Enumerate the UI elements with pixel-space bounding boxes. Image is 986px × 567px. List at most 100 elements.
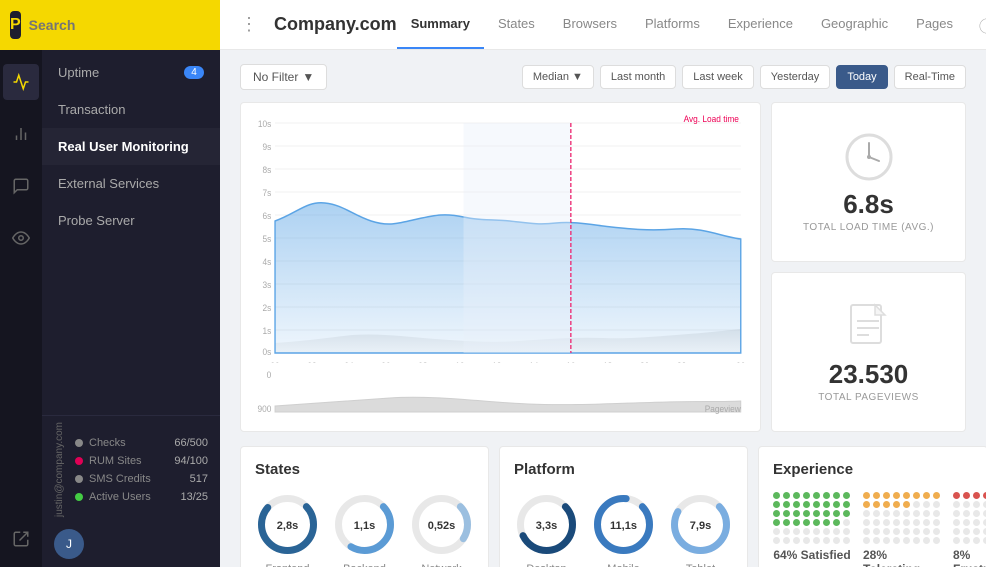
tab-pages[interactable]: Pages (902, 0, 967, 49)
time-buttons: Median ▼ Last month Last week Yesterday … (522, 65, 966, 89)
svg-text:3s: 3s (263, 280, 272, 290)
pageviews-label: TOTAL PAGEVIEWS (818, 392, 918, 403)
tab-experience[interactable]: Experience (714, 0, 807, 49)
svg-text:20: 20 (640, 361, 649, 363)
svg-text:00: 00 (270, 361, 279, 363)
sidebar-header: P ⚲ (0, 0, 220, 50)
tab-states[interactable]: States (484, 0, 549, 49)
nav-icon-eye[interactable] (3, 220, 39, 256)
svg-text:12: 12 (492, 361, 501, 363)
users-dot (75, 493, 83, 501)
svg-text:6s: 6s (263, 211, 272, 221)
donut-frontend: 2,8s Frontend (255, 492, 320, 567)
main-chart: 10s 9s 8s 7s 6s 5s 4s 3s 2s 1s 0s (240, 102, 761, 432)
filter-button[interactable]: No Filter ▼ (240, 64, 327, 90)
expand-icon[interactable]: ⋮ (240, 14, 258, 35)
nav-icon-export[interactable] (3, 521, 39, 557)
info-icon[interactable]: ⓘ (979, 13, 986, 37)
svg-text:14: 14 (529, 361, 538, 363)
nav-item-uptime[interactable]: Uptime 4 (42, 54, 220, 91)
user-row: J (54, 521, 208, 563)
user-email: justin@company.com (54, 422, 65, 517)
time-realtime[interactable]: Real-Time (894, 65, 966, 89)
median-button[interactable]: Median ▼ (522, 65, 594, 89)
search-input[interactable] (29, 17, 225, 33)
nav-item-rum[interactable]: Real User Monitoring (42, 128, 220, 165)
nav-icon-activity[interactable] (3, 64, 39, 100)
network-label: Network (421, 563, 461, 567)
experience-card: Experience 64% Satisfied ▼ 2380 28% Tole… (758, 446, 986, 567)
svg-text:0: 0 (267, 370, 272, 380)
uptime-badge: 4 (184, 66, 204, 79)
svg-text:1,1s: 1,1s (354, 520, 375, 532)
svg-text:11,1s: 11,1s (610, 520, 637, 532)
rum-dot (75, 457, 83, 465)
content-area: No Filter ▼ Median ▼ Last month Last wee… (220, 50, 986, 567)
svg-text:10: 10 (455, 361, 464, 363)
svg-text:0s: 0s (263, 347, 272, 357)
nav-icon-chart[interactable] (3, 116, 39, 152)
svg-text:22: 22 (677, 361, 686, 363)
donut-desktop: 3,3s Desktop ▼ 2309 (514, 492, 579, 567)
experience-title: Experience (773, 461, 973, 478)
time-last-week[interactable]: Last week (682, 65, 754, 89)
pageviews-card: 23.530 TOTAL PAGEVIEWS (771, 272, 966, 432)
pageviews-value: 23.530 (829, 359, 909, 390)
stat-rum-sites: RUM Sites 94/100 (75, 452, 208, 470)
load-time-card: 6.8s TOTAL LOAD TIME (AVG.) (771, 102, 966, 262)
topbar: ⋮ Company.com Summary States Browsers Pl… (220, 0, 986, 50)
svg-text:06: 06 (381, 361, 390, 363)
svg-text:18: 18 (603, 361, 612, 363)
nav-item-external[interactable]: External Services (42, 165, 220, 202)
svg-text:3,3s: 3,3s (536, 520, 557, 532)
chart-section: 10s 9s 8s 7s 6s 5s 4s 3s 2s 1s 0s (240, 102, 966, 432)
stat-checks: Checks 66/500 (75, 434, 208, 452)
exp-satisfied: 64% Satisfied ▼ 2380 (773, 492, 851, 567)
tab-nav: Summary States Browsers Platforms Experi… (397, 0, 967, 49)
mobile-label: Mobile (607, 563, 639, 567)
nav-item-probe[interactable]: Probe Server (42, 202, 220, 239)
svg-text:900: 900 (257, 404, 271, 414)
time-yesterday[interactable]: Yesterday (760, 65, 831, 89)
frontend-label: Frontend (265, 563, 309, 567)
nav-icon-message[interactable] (3, 168, 39, 204)
platform-title: Platform (514, 461, 733, 478)
donut-mobile: 11,1s Mobile ▼ 492 (591, 492, 656, 567)
states-card: States 2,8s Frontend (240, 446, 489, 567)
tab-geographic[interactable]: Geographic (807, 0, 902, 49)
document-icon (847, 301, 891, 353)
svg-text:2s: 2s (263, 303, 272, 313)
logo-icon: P (10, 11, 21, 39)
tab-platforms[interactable]: Platforms (631, 0, 714, 49)
time-last-month[interactable]: Last month (600, 65, 676, 89)
sidebar-footer: justin@company.com Checks 66/500 RUM Sit… (42, 415, 220, 567)
states-title: States (255, 461, 474, 478)
desktop-label: Desktop (526, 563, 566, 567)
time-today[interactable]: Today (836, 65, 887, 89)
sms-dot (75, 475, 83, 483)
svg-text:Avg. Load time: Avg. Load time (684, 114, 739, 124)
svg-text:2,8s: 2,8s (277, 520, 298, 532)
svg-text:7s: 7s (263, 188, 272, 198)
svg-text:0,52s: 0,52s (428, 520, 456, 532)
tab-browsers[interactable]: Browsers (549, 0, 631, 49)
chevron-icon: ▼ (302, 70, 314, 84)
tablet-label: Tablet (686, 563, 715, 567)
states-donuts: 2,8s Frontend 1,1s Backend (255, 492, 474, 567)
svg-text:00: 00 (736, 361, 745, 363)
platform-donuts: 3,3s Desktop ▼ 2309 11,1s Mobile ▼ 4 (514, 492, 733, 567)
filter-bar: No Filter ▼ Median ▼ Last month Last wee… (240, 64, 966, 90)
frustrated-percent: 8% Frustrated (953, 548, 986, 567)
nav-item-transaction[interactable]: Transaction (42, 91, 220, 128)
bottom-sections: States 2,8s Frontend (240, 446, 966, 567)
chart-svg: 10s 9s 8s 7s 6s 5s 4s 3s 2s 1s 0s (251, 113, 750, 363)
load-time-value: 6.8s (843, 189, 894, 220)
svg-text:1s: 1s (263, 326, 272, 336)
svg-text:02: 02 (307, 361, 316, 363)
experience-items: 64% Satisfied ▼ 2380 28% Tolerating ▼ 18… (773, 492, 973, 567)
load-time-label: TOTAL LOAD TIME (AVG.) (803, 222, 934, 233)
svg-text:10s: 10s (258, 119, 272, 129)
svg-text:8s: 8s (263, 165, 272, 175)
svg-text:Pageview: Pageview (705, 404, 742, 414)
tab-summary[interactable]: Summary (397, 0, 484, 49)
